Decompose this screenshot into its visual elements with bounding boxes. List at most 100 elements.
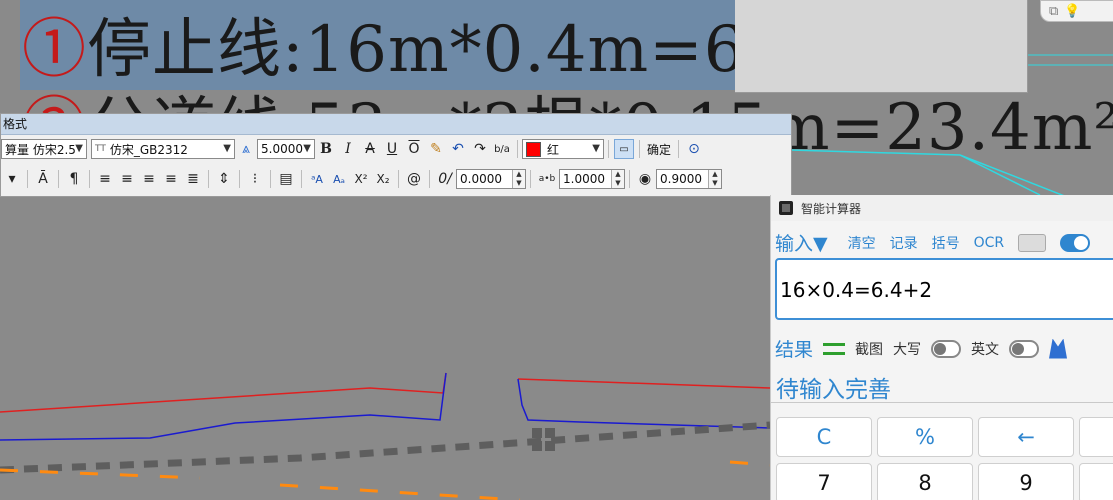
confirm-button[interactable]: 确定 (647, 141, 671, 158)
input-mode-dropdown[interactable]: 输入▼ (775, 229, 828, 256)
oblique-angle-icon: 0/ (438, 171, 452, 187)
expression-input[interactable]: 16×0.4=6.4+2 (775, 258, 1113, 320)
key-8[interactable]: 8 (877, 463, 973, 500)
english-toggle[interactable] (1009, 339, 1040, 358)
redo-icon[interactable]: ↷ (470, 139, 490, 159)
cad-blue-line (0, 372, 447, 441)
calculator-input-bar: 输入▼ 清空 记录 括号 OCR (775, 229, 1091, 256)
oblique-angle-input[interactable]: 0.0000 ▲ ▼ (456, 169, 526, 189)
match-format-icon[interactable]: ✎ (426, 139, 446, 159)
separator (58, 170, 59, 188)
align-left-icon[interactable]: ≡ (95, 169, 115, 189)
clear-button[interactable]: 清空 (848, 233, 876, 253)
lowercase-icon[interactable]: Aₐ (329, 169, 349, 189)
text-style-value: 算量 仿宋2.5 (5, 142, 76, 157)
font-value: 仿宋_GB2312 (109, 142, 188, 157)
stack-icon[interactable]: b/a (492, 139, 512, 159)
cad-marker (532, 441, 542, 451)
cad-circle-number: ① (22, 13, 87, 87)
overline-button[interactable]: O (404, 139, 424, 159)
cad-red-line (517, 378, 771, 389)
italic-button[interactable]: I (338, 139, 358, 159)
layers-icon[interactable]: ⧉ (1049, 4, 1058, 19)
mini-toolbar[interactable]: ⧉ 💡 (1040, 0, 1113, 22)
divider (771, 402, 1113, 403)
tracking-value: 1.0000 (563, 172, 605, 186)
calculator-titlebar[interactable]: 智能计算器 (771, 195, 1113, 221)
ruler-toggle[interactable]: ▭ (614, 139, 634, 159)
screenshot-button[interactable]: 截图 (855, 339, 883, 359)
subscript-icon[interactable]: X₂ (373, 169, 393, 189)
width-factor-input[interactable]: 0.9000 ▲ ▼ (656, 169, 722, 189)
separator (608, 140, 609, 158)
input-toggle[interactable] (1060, 233, 1091, 252)
backspace-key[interactable]: ← (978, 417, 1074, 457)
spin-buttons[interactable]: ▲ ▼ (611, 170, 624, 188)
symbol-icon[interactable]: @ (404, 169, 424, 189)
tracking-input[interactable]: 1.0000 ▲ ▼ (559, 169, 625, 189)
tracking-icon: a•b (538, 174, 556, 184)
toolbar-row-2: ▾ Ā ¶ ≡ ≡ ≡ ≡ ≣ ⇕ ⁝ ▤ ᵃA Aₐ X² X₂ @ 0/ 0… (1, 166, 722, 192)
underline-button[interactable]: U (382, 139, 402, 159)
cad-red-line (0, 372, 447, 413)
key-9[interactable]: 9 (978, 463, 1074, 500)
percent-key[interactable]: % (877, 417, 973, 457)
numbering-icon[interactable]: ⁝ (245, 169, 265, 189)
bold-button[interactable]: B (316, 139, 336, 159)
multiply-key[interactable] (1079, 463, 1113, 500)
distribute-icon[interactable]: ≣ (183, 169, 203, 189)
text-height-select[interactable]: 5.0000 ▼ (257, 139, 315, 159)
options-icon[interactable]: ⊙ (684, 139, 704, 159)
uppercase-icon[interactable]: ᵃA (307, 169, 327, 189)
paragraph-icon[interactable]: ¶ (64, 169, 84, 189)
width-factor-value: 0.9000 (660, 172, 702, 186)
chevron-down-icon: ▼ (592, 143, 600, 154)
font-select[interactable]: TT 仿宋_GB2312 ▼ (91, 139, 235, 159)
bookmark-icon[interactable] (1049, 338, 1068, 359)
line-spacing-icon[interactable]: ⇕ (214, 169, 234, 189)
cad-marker (545, 441, 555, 451)
separator (678, 140, 680, 158)
chevron-down-icon: ▼ (75, 143, 83, 154)
key-7[interactable]: 7 (776, 463, 872, 500)
separator (239, 170, 240, 188)
clear-key[interactable]: C (776, 417, 872, 457)
bracket-button[interactable]: 括号 (932, 233, 960, 253)
calculator-title: 智能计算器 (801, 201, 862, 216)
cad-grey-dashed-line (0, 421, 771, 474)
separator (530, 170, 531, 188)
spin-buttons[interactable]: ▲ ▼ (708, 170, 721, 188)
columns-icon[interactable]: ▾ (2, 169, 22, 189)
annotative-icon[interactable]: ⩓ (236, 139, 256, 159)
insert-field-icon[interactable]: ▤ (276, 169, 296, 189)
record-button[interactable]: 记录 (890, 233, 918, 253)
keyboard-icon[interactable] (1018, 233, 1047, 252)
spin-buttons[interactable]: ▲ ▼ (512, 170, 525, 188)
separator (301, 170, 302, 188)
undo-icon[interactable]: ↶ (448, 139, 468, 159)
strikethrough-button[interactable]: A (360, 139, 380, 159)
separator (629, 170, 630, 188)
justify-icon[interactable]: ≡ (161, 169, 181, 189)
calculator-logo-icon (779, 201, 793, 215)
separator (208, 170, 209, 188)
truetype-icon: TT (95, 144, 106, 154)
toolbar-row-1: 算量 仿宋2.5 ▼ TT 仿宋_GB2312 ▼ ⩓ 5.0000 ▼ B I A U… (1, 136, 705, 162)
width-factor-icon: ◉ (638, 171, 652, 187)
equals-icon[interactable] (823, 342, 846, 355)
toolbar-title: 格式 (1, 114, 791, 135)
separator (639, 140, 640, 158)
lightbulb-icon[interactable]: 💡 (1064, 4, 1080, 19)
align-right-icon[interactable]: ≡ (139, 169, 159, 189)
divide-key[interactable] (1079, 417, 1113, 457)
english-label: 英文 (971, 341, 1000, 358)
ocr-button[interactable]: OCR (974, 235, 1005, 251)
align-center-icon[interactable]: ≡ (117, 169, 137, 189)
text-style-select[interactable]: 算量 仿宋2.5 ▼ (1, 139, 87, 159)
calculator-result-bar: 结果 截图 大写 英文 (775, 335, 1068, 362)
color-select[interactable]: 红 ▼ (522, 139, 604, 159)
mtext-justify-icon[interactable]: Ā (33, 169, 53, 189)
separator (517, 140, 518, 158)
superscript-icon[interactable]: X² (351, 169, 371, 189)
uppercase-toggle[interactable] (931, 339, 962, 358)
